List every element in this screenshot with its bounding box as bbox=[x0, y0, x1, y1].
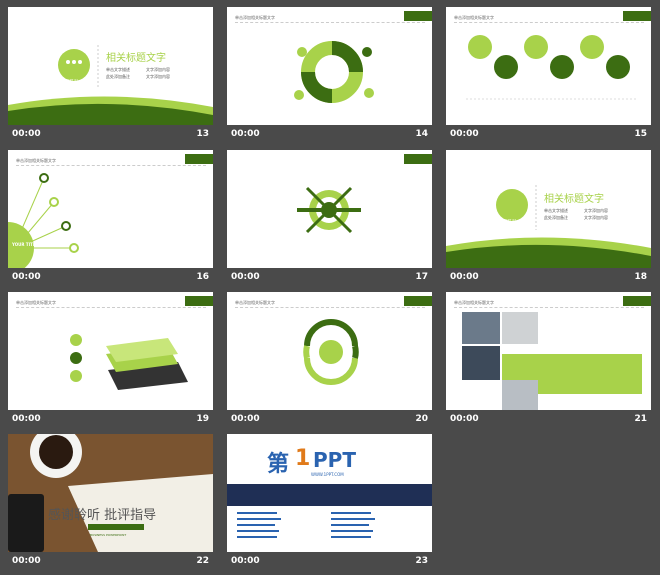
photo-image bbox=[502, 380, 538, 410]
slide-number: 15 bbox=[634, 129, 647, 139]
timing-label: 00:00 bbox=[231, 556, 260, 566]
slide-thumbnail-21[interactable]: 单击添加相关标题文字 00:00 21 bbox=[446, 292, 651, 430]
thumbnail-footer: 00:00 19 bbox=[8, 412, 213, 430]
thumbnail-footer: 00:00 18 bbox=[446, 270, 651, 288]
divider bbox=[454, 307, 644, 308]
slide-thumbnail-13[interactable]: 相关标题文字 PART 01 单击文字描述 此处添加备注 文字添加内容 文字添加… bbox=[8, 7, 213, 145]
part-label: PART 02 bbox=[504, 218, 517, 222]
bullet-4: 文字添加内容 bbox=[584, 215, 608, 220]
slide-thumbnail-14[interactable]: 单击添加相关标题文字 00:00 14 bbox=[227, 7, 432, 145]
slide-preview: 单击添加相关标题文字 bbox=[8, 292, 213, 410]
cycle-diagram bbox=[294, 41, 374, 103]
slide-preview: 单击添加相关标题文字 bbox=[446, 7, 651, 125]
green-tab bbox=[623, 296, 651, 306]
thumbnail-footer: 00:00 15 bbox=[446, 127, 651, 145]
bullet-1: 单击文字描述 bbox=[544, 208, 568, 213]
badge-text: YOUR TITLE bbox=[12, 242, 39, 247]
slide-number: 22 bbox=[196, 556, 209, 566]
slide-preview: 感谢聆听 批评指导 BUSINESS POWERPOINT bbox=[8, 434, 213, 552]
thumbnail-footer: 00:00 17 bbox=[227, 270, 432, 288]
slide-number: 17 bbox=[415, 272, 428, 282]
process-diagram bbox=[466, 35, 636, 100]
slide-number: 18 bbox=[634, 272, 647, 282]
slide-thumbnail-16[interactable]: 单击添加相关标题文字 YOUR TITLE 00:00 16 bbox=[8, 150, 213, 288]
timing-label: 00:00 bbox=[12, 129, 41, 139]
slide-preview bbox=[227, 150, 432, 268]
slide-preview: 单击添加相关标题文字 YOUR TITLE bbox=[8, 150, 213, 268]
slide-title: 相关标题文字 bbox=[544, 194, 604, 205]
timing-label: 00:00 bbox=[450, 414, 479, 424]
green-band bbox=[88, 524, 144, 530]
slide-thumbnail-18[interactable]: 相关标题文字 PART 02 单击文字描述 此处添加备注 文字添加内容 文字添加… bbox=[446, 150, 651, 288]
part-label: PART 01 bbox=[66, 78, 79, 82]
slide-preview: 单击添加相关标题文字 bbox=[227, 7, 432, 125]
slide-thumbnail-23[interactable]: 第 1 PPT WWW.1PPT.COM 00:00 23 bbox=[227, 434, 432, 572]
arrow-cycle-diagram bbox=[303, 319, 359, 385]
slide-number: 14 bbox=[415, 129, 428, 139]
timing-label: 00:00 bbox=[450, 129, 479, 139]
slide-number: 13 bbox=[196, 129, 209, 139]
slide-thumbnail-17[interactable]: 00:00 17 bbox=[227, 150, 432, 288]
slide-thumbnail-20[interactable]: 单击添加相关标题文字 00:00 20 bbox=[227, 292, 432, 430]
bullet-2: 此处添加备注 bbox=[544, 215, 568, 220]
layer-diagram bbox=[70, 334, 188, 390]
target-diagram bbox=[297, 186, 361, 234]
timing-label: 00:00 bbox=[450, 272, 479, 282]
slide-preview: 相关标题文字 PART 01 单击文字描述 此处添加备注 文字添加内容 文字添加… bbox=[8, 7, 213, 125]
slide-thumbnail-19[interactable]: 单击添加相关标题文字 00:00 19 bbox=[8, 292, 213, 430]
slide-thumbnail-15[interactable]: 单击添加相关标题文字 00:00 15 bbox=[446, 7, 651, 145]
slide-preview: 第 1 PPT WWW.1PPT.COM bbox=[227, 434, 432, 552]
bullet-3: 文字添加内容 bbox=[584, 208, 608, 213]
timing-label: 00:00 bbox=[231, 414, 260, 424]
thumbnail-footer: 00:00 16 bbox=[8, 270, 213, 288]
thumbnail-footer: 00:00 21 bbox=[446, 412, 651, 430]
slide-number: 20 bbox=[415, 414, 428, 424]
thumbnail-footer: 00:00 20 bbox=[227, 412, 432, 430]
timing-label: 00:00 bbox=[12, 272, 41, 282]
slide-title: 相关标题文字 bbox=[106, 53, 166, 64]
timing-label: 00:00 bbox=[12, 556, 41, 566]
slide-thumbnail-22[interactable]: 感谢聆听 批评指导 BUSINESS POWERPOINT 00:00 22 bbox=[8, 434, 213, 572]
slide-graphic bbox=[8, 45, 213, 125]
closing-title: 感谢聆听 批评指导 bbox=[48, 508, 157, 523]
closing-subtitle: BUSINESS POWERPOINT bbox=[90, 533, 127, 537]
photo-image bbox=[502, 312, 538, 344]
slide-number: 21 bbox=[634, 414, 647, 424]
bullet-3: 文字添加内容 bbox=[146, 67, 170, 72]
timing-label: 00:00 bbox=[12, 414, 41, 424]
slide-number: 16 bbox=[196, 272, 209, 282]
thumbnail-footer: 00:00 13 bbox=[8, 127, 213, 145]
slide-preview: 单击添加相关标题文字 bbox=[446, 292, 651, 410]
bullet-1: 单击文字描述 bbox=[106, 67, 130, 72]
timing-label: 00:00 bbox=[231, 129, 260, 139]
photo-image bbox=[462, 312, 500, 344]
timing-label: 00:00 bbox=[231, 272, 260, 282]
bullet-2: 此处添加备注 bbox=[106, 74, 130, 79]
slide-number: 23 bbox=[415, 556, 428, 566]
photo-image bbox=[462, 346, 500, 380]
slide-preview: 相关标题文字 PART 02 单击文字描述 此处添加备注 文字添加内容 文字添加… bbox=[446, 150, 651, 268]
slide-preview: 单击添加相关标题文字 bbox=[227, 292, 432, 410]
thumbnail-footer: 00:00 22 bbox=[8, 554, 213, 572]
thumbnail-footer: 00:00 14 bbox=[227, 127, 432, 145]
thumbnail-footer: 00:00 23 bbox=[227, 554, 432, 572]
bullet-4: 文字添加内容 bbox=[146, 74, 170, 79]
slide-number: 19 bbox=[196, 414, 209, 424]
fan-diagram bbox=[8, 173, 79, 268]
text-columns bbox=[237, 512, 375, 538]
slide-heading: 单击添加相关标题文字 bbox=[454, 300, 494, 305]
